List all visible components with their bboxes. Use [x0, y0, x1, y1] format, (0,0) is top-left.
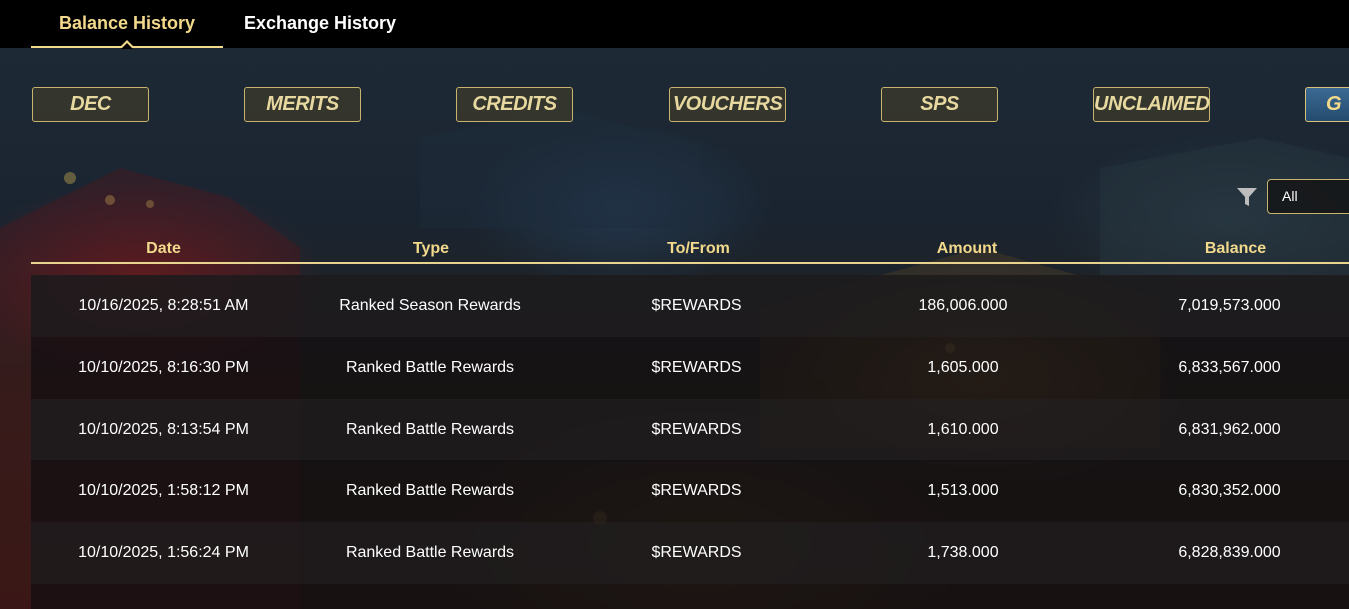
cell-balance: 6,833,567.000 [1178, 359, 1281, 376]
cell-tofrom: $REWARDS [651, 297, 742, 314]
cell-amount: 1,738.000 [927, 544, 999, 561]
table-row: 10/16/2025, 8:28:51 AM Ranked Season Rew… [31, 275, 1349, 337]
tab-balance-history[interactable]: Balance History [31, 0, 223, 49]
cell-type: Ranked Battle Rewards [345, 482, 515, 499]
cell-balance: 6,828,839.000 [1178, 544, 1281, 561]
cell-tofrom: $REWARDS [651, 482, 742, 499]
column-header-tofrom[interactable]: To/From [566, 236, 831, 262]
table-header: Date Type To/From Amount Balance [31, 236, 1349, 264]
tab-exchange-history-label: Exchange History [243, 13, 397, 33]
cell-tofrom: $REWARDS [651, 544, 742, 561]
cell-amount: 1,610.000 [927, 421, 999, 438]
cell-amount: 1,605.000 [927, 359, 999, 376]
column-header-date[interactable]: Date [31, 236, 296, 262]
cell-date: 10/10/2025, 8:16:30 PM [78, 359, 249, 376]
cell-balance: 6,831,962.000 [1178, 421, 1281, 438]
cell-date: 10/10/2025, 1:56:24 PM [78, 544, 249, 561]
cell-balance: 6,830,352.000 [1178, 482, 1281, 499]
filter-select-value: All [1282, 188, 1298, 204]
table-row: 10/10/2025, 1:56:24 PM Ranked Battle Rew… [31, 522, 1349, 584]
currency-button-vouchers[interactable]: VOUCHERS [669, 87, 786, 122]
currency-button-g[interactable]: G [1305, 87, 1349, 122]
filter-select[interactable]: All [1267, 179, 1349, 214]
cell-amount: 186,006.000 [918, 297, 1008, 314]
cell-date: 10/10/2025, 1:58:12 PM [78, 482, 249, 499]
cell-tofrom: $REWARDS [651, 359, 742, 376]
tab-balance-history-label: Balance History [58, 13, 196, 33]
currency-button-sps[interactable]: SPS [881, 87, 998, 122]
currency-button-dec[interactable]: DEC [32, 87, 149, 122]
cell-type: Ranked Season Rewards [339, 297, 521, 314]
table-row: 10/10/2025, 1:58:12 PM Ranked Battle Rew… [31, 460, 1349, 522]
column-header-amount[interactable]: Amount [831, 236, 1103, 262]
cell-type: Ranked Battle Rewards [345, 544, 515, 561]
table-row: 10/10/2025, 8:13:54 PM Ranked Battle Rew… [31, 399, 1349, 461]
cell-tofrom: $REWARDS [651, 421, 742, 438]
active-tab-caret-icon [119, 40, 135, 49]
tab-exchange-history[interactable]: Exchange History [240, 0, 400, 46]
filter-funnel-icon[interactable] [1236, 186, 1258, 208]
cell-type: Ranked Battle Rewards [345, 421, 515, 438]
table-row-partial [31, 584, 1349, 609]
currency-button-credits[interactable]: CREDITS [456, 87, 573, 122]
currency-button-unclaimed[interactable]: UNCLAIMED [1093, 87, 1210, 122]
column-header-type[interactable]: Type [296, 236, 566, 262]
history-tab-bar: Balance History Exchange History [0, 0, 1349, 49]
currency-button-merits[interactable]: MERITS [244, 87, 361, 122]
column-header-balance[interactable]: Balance [1103, 236, 1349, 262]
cell-date: 10/10/2025, 8:13:54 PM [78, 421, 249, 438]
cell-balance: 7,019,573.000 [1178, 297, 1281, 314]
cell-date: 10/16/2025, 8:28:51 AM [78, 297, 249, 314]
cell-amount: 1,513.000 [927, 482, 999, 499]
cell-type: Ranked Battle Rewards [345, 359, 515, 376]
table-row: 10/10/2025, 8:16:30 PM Ranked Battle Rew… [31, 337, 1349, 399]
